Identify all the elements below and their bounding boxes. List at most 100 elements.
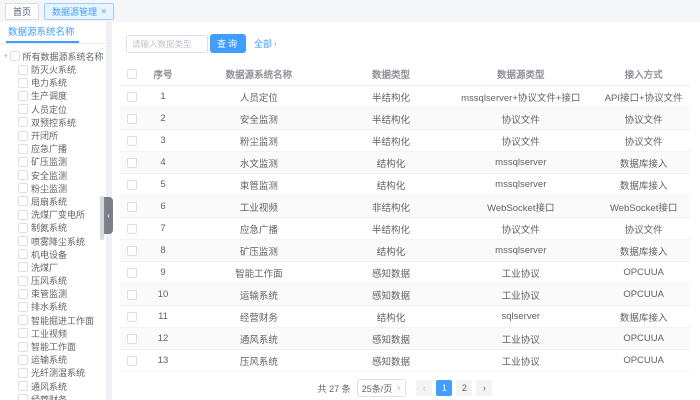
sidebar-tree-item[interactable]: 智能掘进工作面 (18, 314, 104, 327)
sidebar-tree-item[interactable]: 机电设备 (18, 248, 104, 261)
tree-item-checkbox[interactable] (18, 381, 28, 391)
sidebar-tree-item[interactable]: 粉尘监测 (18, 182, 104, 195)
sidebar-tree-item[interactable]: 智能工作面 (18, 340, 104, 353)
search-input[interactable] (126, 35, 208, 53)
row-checkbox[interactable] (127, 268, 137, 278)
sidebar-collapse-handle[interactable]: ‹ (104, 197, 113, 234)
sidebar-tree-item[interactable]: 电力系统 (18, 76, 104, 89)
sidebar-tree-children: 防灭火系统 电力系统 生产调度 人员定位 双预控系统 开闭所 应急广播 矿压监测… (18, 63, 104, 400)
sidebar-tree-item[interactable]: 安全监测 (18, 169, 104, 182)
tree-item-checkbox[interactable] (18, 210, 28, 220)
tree-item-checkbox[interactable] (18, 236, 28, 246)
sidebar-title-tab[interactable]: 数据源系统名称 (6, 22, 79, 43)
tab-datasource-management[interactable]: 数据源管理 × (44, 3, 114, 20)
tree-item-checkbox[interactable] (18, 196, 28, 206)
sidebar-tree-item[interactable]: 工业视频 (18, 327, 104, 340)
sidebar-tree-item[interactable]: 运输系统 (18, 353, 104, 366)
close-icon[interactable]: × (101, 7, 106, 16)
row-checkbox[interactable] (127, 334, 137, 344)
tree-item-checkbox[interactable] (18, 368, 28, 378)
sidebar-tree-item[interactable]: 制氮系统 (18, 221, 104, 234)
table-row[interactable]: 12 通风系统 感知数据 工业协议 OPCUUA (120, 328, 690, 350)
tree-item-checkbox[interactable] (18, 183, 28, 193)
table-row[interactable]: 11 经营财务 结构化 sqlserver 数据库接入 (120, 306, 690, 328)
row-checkbox[interactable] (127, 136, 137, 146)
chevron-down-icon: ∨ (396, 384, 401, 392)
page-button-1[interactable]: 1 (436, 380, 452, 396)
tree-item-checkbox[interactable] (18, 289, 28, 299)
tree-item-checkbox[interactable] (18, 276, 28, 286)
row-checkbox[interactable] (127, 356, 137, 366)
sidebar-tree-item[interactable]: 洗煤厂变电所 (18, 208, 104, 221)
tree-item-checkbox[interactable] (18, 249, 28, 259)
tree-item-checkbox[interactable] (18, 315, 28, 325)
sidebar-tree-item[interactable]: 双预控系统 (18, 116, 104, 129)
sidebar-tree-item[interactable]: 经营财务 (18, 393, 104, 400)
page-button-2[interactable]: 2 (456, 380, 472, 396)
tree-item-checkbox[interactable] (18, 328, 28, 338)
table-row[interactable]: 8 矿压监测 结构化 mssqlserver 数据库接入 (120, 240, 690, 262)
table-row[interactable]: 9 智能工作面 感知数据 工业协议 OPCUUA (120, 262, 690, 284)
sidebar-tree-item[interactable]: 光纤测温系统 (18, 366, 104, 379)
cell-data-type: 半结构化 (338, 112, 445, 126)
table-row[interactable]: 5 束管监测 结构化 mssqlserver 数据库接入 (120, 174, 690, 196)
caret-down-icon[interactable]: ▾ (4, 53, 8, 60)
tree-item-checkbox[interactable] (18, 91, 28, 101)
next-page-button[interactable]: › (476, 380, 492, 396)
tree-item-checkbox[interactable] (18, 355, 28, 365)
tree-item-checkbox[interactable] (18, 104, 28, 114)
select-all-checkbox[interactable] (127, 69, 137, 79)
tree-item-checkbox[interactable] (18, 342, 28, 352)
tree-item-checkbox[interactable] (18, 170, 28, 180)
row-checkbox[interactable] (127, 312, 137, 322)
sidebar-tree-item[interactable]: 喷雾降尘系统 (18, 234, 104, 247)
tree-item-checkbox[interactable] (18, 223, 28, 233)
table-row[interactable]: 6 工业视频 非结构化 WebSocket接口 WebSocket接口 (120, 196, 690, 218)
tree-item-checkbox[interactable] (18, 262, 28, 272)
search-button[interactable]: 查询 (210, 34, 246, 53)
row-checkbox[interactable] (127, 202, 137, 212)
sidebar-tree-item[interactable]: 生产调度 (18, 89, 104, 102)
row-checkbox[interactable] (127, 114, 137, 124)
table-row[interactable]: 7 应急广播 半结构化 协议文件 协议文件 (120, 218, 690, 240)
tab-home[interactable]: 首页 (5, 3, 39, 20)
sidebar-tree-item[interactable]: 通风系统 (18, 380, 104, 393)
tree-item-checkbox[interactable] (18, 131, 28, 141)
tree-item-checkbox[interactable] (18, 78, 28, 88)
datasource-system-tree: ▾ 所有数据源系统名称 防灭火系统 电力系统 生产调度 人员定位 双预控系统 开… (0, 44, 106, 400)
table-row[interactable]: 4 水文监测 结构化 mssqlserver 数据库接入 (120, 152, 690, 174)
sidebar-tree-item[interactable]: 人员定位 (18, 103, 104, 116)
sidebar-tree-item[interactable]: 应急广播 (18, 142, 104, 155)
table-row[interactable]: 1 人员定位 半结构化 mssqlserver+协议文件+接口 API接口+协议… (120, 86, 690, 108)
row-checkbox[interactable] (127, 246, 137, 256)
table-row[interactable]: 10 运输系统 感知数据 工业协议 OPCUUA (120, 284, 690, 306)
tree-item-checkbox[interactable] (18, 157, 28, 167)
row-checkbox[interactable] (127, 224, 137, 234)
sidebar-tree-item[interactable]: 防灭火系统 (18, 63, 104, 76)
sidebar-tree-item[interactable]: 局扇系统 (18, 195, 104, 208)
tree-item-checkbox[interactable] (18, 65, 28, 75)
tree-root-checkbox[interactable] (10, 51, 20, 61)
sidebar-tree-item[interactable]: 矿压监测 (18, 155, 104, 168)
row-checkbox[interactable] (127, 92, 137, 102)
table-row[interactable]: 2 安全监测 半结构化 协议文件 协议文件 (120, 108, 690, 130)
row-checkbox[interactable] (127, 158, 137, 168)
tree-item-checkbox[interactable] (18, 144, 28, 154)
page-size-select[interactable]: 25条/页 ∨ (357, 379, 407, 397)
row-checkbox[interactable] (127, 290, 137, 300)
tree-item-checkbox[interactable] (18, 117, 28, 127)
table-row[interactable]: 13 压风系统 感知数据 工业协议 OPCUUA (120, 350, 690, 372)
sidebar-tree-item[interactable]: 压风系统 (18, 274, 104, 287)
table-row[interactable]: 3 粉尘监测 半结构化 协议文件 协议文件 (120, 130, 690, 152)
sidebar-tree-item[interactable]: 开闭所 (18, 129, 104, 142)
tree-item-checkbox[interactable] (18, 394, 28, 400)
tree-root-all-systems[interactable]: ▾ 所有数据源系统名称 (4, 49, 104, 63)
sidebar-tree-item[interactable]: 排水系统 (18, 300, 104, 313)
cell-source-type: 工业协议 (444, 288, 597, 302)
sidebar-tree-item[interactable]: 束管监测 (18, 287, 104, 300)
row-checkbox[interactable] (127, 180, 137, 190)
sidebar-tree-item[interactable]: 洗煤厂 (18, 261, 104, 274)
prev-page-button[interactable]: ‹ (416, 380, 432, 396)
tree-item-checkbox[interactable] (18, 302, 28, 312)
all-link[interactable]: 全部 › (254, 37, 277, 50)
